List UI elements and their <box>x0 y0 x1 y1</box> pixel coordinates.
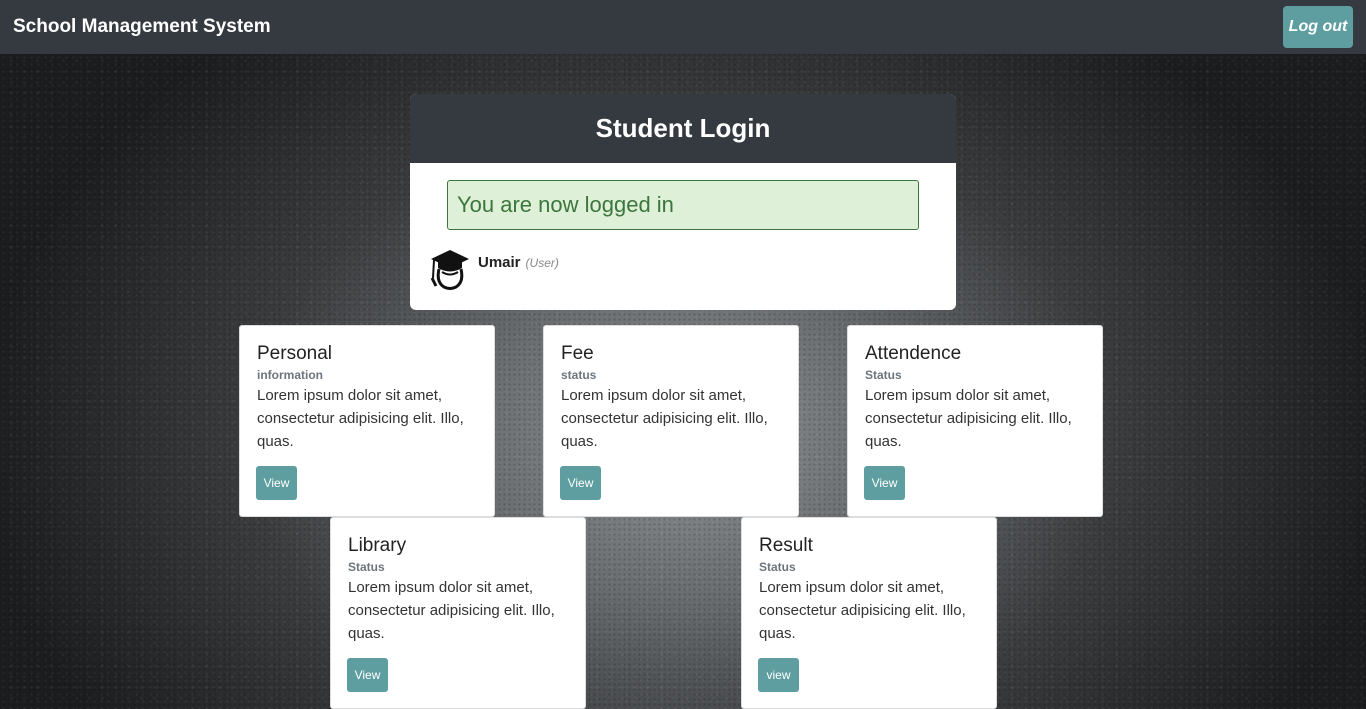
top-navbar: School Management System Log out <box>0 0 1366 54</box>
card-subtitle: Status <box>865 368 902 382</box>
card-attendence: Attendence Status Lorem ipsum dolor sit … <box>847 325 1103 517</box>
view-attendence-button[interactable]: View <box>864 466 905 500</box>
card-title: Attendence <box>865 343 962 364</box>
view-result-button[interactable]: view <box>758 658 799 692</box>
app-title: School Management System <box>13 16 271 37</box>
user-role: (User) <box>525 256 559 270</box>
card-text: Lorem ipsum dolor sit amet, consectetur … <box>561 387 768 450</box>
card-subtitle: information <box>257 368 323 382</box>
card-title: Fee <box>561 343 594 364</box>
card-text: Lorem ipsum dolor sit amet, consectetur … <box>348 579 555 642</box>
view-personal-button[interactable]: View <box>256 466 297 500</box>
card-result: Result Status Lorem ipsum dolor sit amet… <box>741 517 997 709</box>
login-title: Student Login <box>410 94 956 163</box>
student-login-panel: Student Login You are now logged in Umai… <box>410 94 956 310</box>
graduate-cap-icon <box>430 250 469 290</box>
view-library-button[interactable]: View <box>347 658 388 692</box>
card-title: Library <box>348 535 407 556</box>
view-fee-button[interactable]: View <box>560 466 601 500</box>
user-name: Umair <box>478 254 521 271</box>
card-personal: Personal information Lorem ipsum dolor s… <box>239 325 495 517</box>
user-info: Umair (User) <box>430 248 559 290</box>
card-subtitle: Status <box>759 560 796 574</box>
card-text: Lorem ipsum dolor sit amet, consectetur … <box>865 387 1072 450</box>
card-text: Lorem ipsum dolor sit amet, consectetur … <box>759 579 966 642</box>
card-subtitle: status <box>561 368 597 382</box>
card-subtitle: Status <box>348 560 385 574</box>
success-alert: You are now logged in <box>447 180 919 230</box>
card-library: Library Status Lorem ipsum dolor sit ame… <box>330 517 586 709</box>
logout-button[interactable]: Log out <box>1283 6 1353 48</box>
card-title: Personal <box>257 343 332 364</box>
card-text: Lorem ipsum dolor sit amet, consectetur … <box>257 387 464 450</box>
card-fee: Fee status Lorem ipsum dolor sit amet, c… <box>543 325 799 517</box>
card-title: Result <box>759 535 813 556</box>
